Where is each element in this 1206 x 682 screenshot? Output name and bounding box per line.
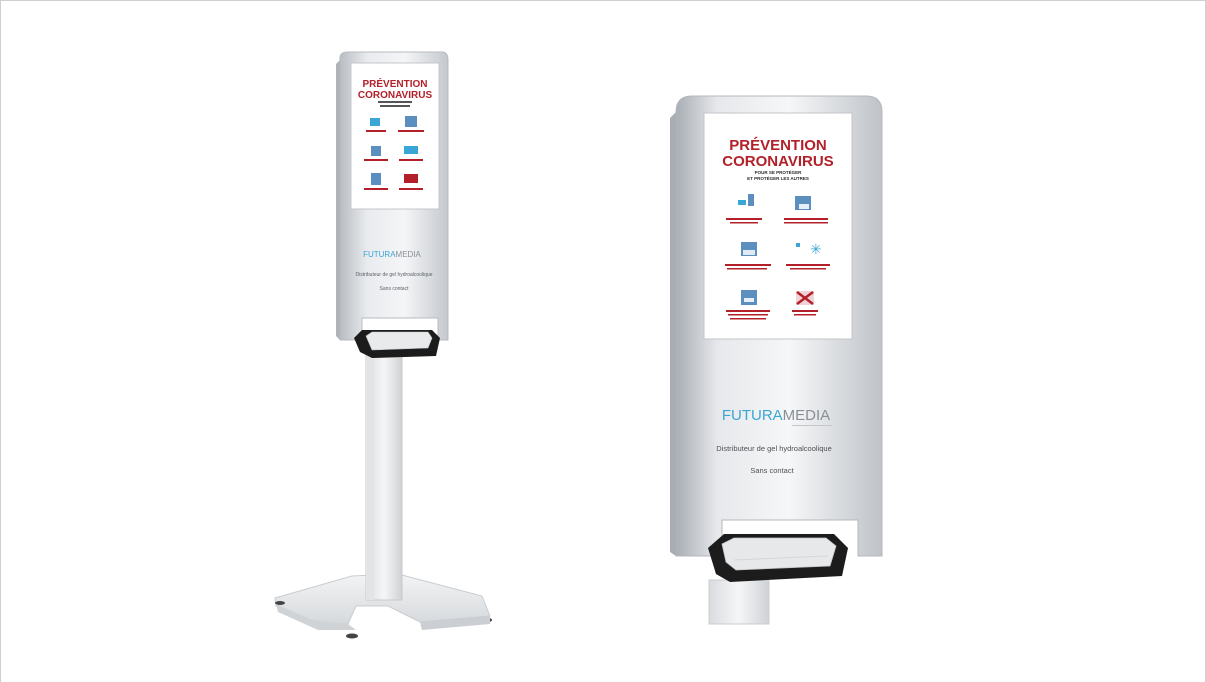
svg-text:✳: ✳ (810, 241, 822, 257)
kiosk-small-poster-title-2: CORONAVIRUS (358, 90, 433, 101)
kiosk-large-poster-title-1: PRÉVENTION (729, 137, 827, 154)
kiosk-large-tray (708, 534, 848, 582)
no-handshake-icon (796, 291, 814, 305)
kiosk-small-brand: FUTURAMEDIA (363, 250, 421, 259)
cough-icon (741, 242, 757, 256)
kiosk-small-tray (354, 330, 440, 358)
kiosk-large-pole (708, 579, 770, 625)
kiosk-large-poster-subtitle-1: POUR SE PROTÉGER (755, 168, 803, 175)
kiosk-small: PRÉVENTION CORONAVIRUS FUTURAMEDIA Distr… (274, 51, 492, 639)
kiosk-large-poster-title-2: CORONAVIRUS (722, 153, 833, 170)
kiosk-small-subcaption: Sans contact (380, 286, 410, 292)
tissue-icon (741, 290, 757, 305)
kiosk-large-subcaption: Sans contact (750, 466, 794, 475)
distance-icon (404, 146, 418, 154)
kiosk-large-brand: FUTURAMEDIA (722, 407, 830, 424)
kiosk-large-poster-subtitle-2: ET PROTÉGER LES AUTRES (747, 174, 809, 181)
tissue-icon (371, 173, 381, 185)
product-photo: PRÉVENTION CORONAVIRUS FUTURAMEDIA Distr… (274, 51, 883, 639)
mask-icon (405, 116, 417, 127)
kiosk-small-caption: Distributeur de gel hydroalcoolique (356, 272, 433, 278)
cough-icon (371, 146, 381, 156)
hand-wash-icon (370, 118, 380, 126)
kiosk-small-poster-title-1: PRÉVENTION (362, 77, 427, 90)
no-handshake-icon (404, 174, 418, 183)
kiosk-large: PRÉVENTION CORONAVIRUS POUR SE PROTÉGER … (670, 95, 883, 625)
kiosk-large-caption: Distributeur de gel hydroalcoolique (716, 444, 832, 453)
mask-icon (795, 196, 811, 210)
